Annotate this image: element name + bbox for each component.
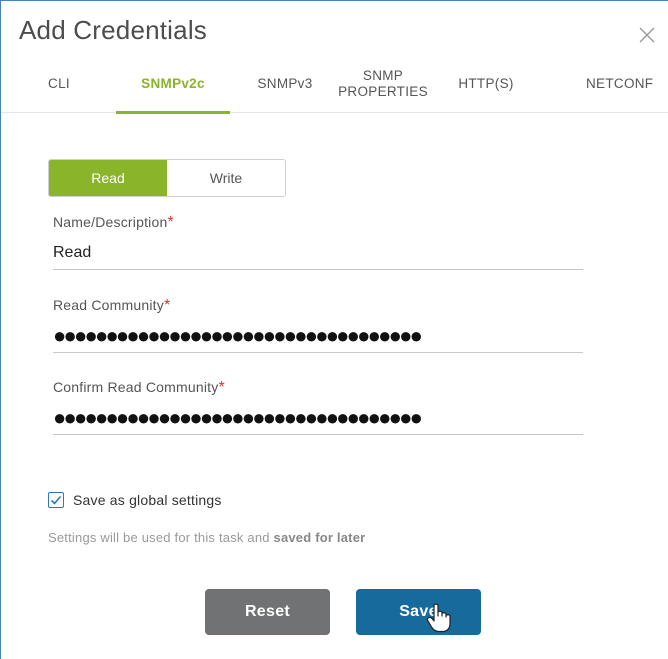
tab-netconf[interactable]: NETCONF	[586, 55, 668, 113]
tab-cli-label: CLI	[48, 76, 70, 91]
close-icon[interactable]	[637, 25, 657, 45]
global-settings-label: Save as global settings	[73, 492, 222, 508]
confirm-read-community-label: Confirm Read Community	[53, 379, 219, 395]
name-description-field: Name/Description*	[53, 214, 583, 270]
required-asterisk: *	[163, 297, 171, 314]
settings-note: Settings will be used for this task and …	[48, 530, 365, 545]
name-description-label: Name/Description	[53, 214, 168, 230]
tab-netconf-label: NETCONF	[586, 76, 654, 91]
write-toggle-button[interactable]: Write	[167, 160, 285, 196]
read-toggle-button[interactable]: Read	[49, 160, 167, 196]
tab-snmp-properties-line1: SNMP	[362, 68, 404, 83]
tab-snmpv3-label: SNMPv3	[257, 76, 313, 91]
tab-https-label: HTTP(S)	[458, 76, 514, 91]
settings-note-text: Settings will be used for this task and	[48, 530, 274, 545]
tab-snmp-properties-line2: PROPERTIES	[338, 84, 428, 99]
tab-snmpv2c-label: SNMPv2c	[141, 76, 205, 91]
confirm-read-community-field: Confirm Read Community*	[53, 379, 583, 435]
tab-cli[interactable]: CLI	[37, 55, 81, 113]
credential-tabs: CLI SNMPv2c SNMPv3 SNMP PROPERTIES HTTP(…	[1, 55, 668, 114]
name-description-input[interactable]	[53, 240, 583, 270]
tab-https[interactable]: HTTP(S)	[449, 55, 523, 113]
read-community-field: Read Community*	[53, 297, 583, 353]
dialog-title: Add Credentials	[19, 15, 207, 45]
read-community-label: Read Community	[53, 297, 164, 313]
required-asterisk: *	[167, 214, 174, 231]
global-settings-row: Save as global settings	[48, 492, 222, 508]
checkmark-icon	[50, 495, 62, 505]
required-asterisk: *	[218, 379, 225, 396]
tab-snmp-properties[interactable]: SNMP PROPERTIES	[335, 55, 431, 113]
tab-snmpv2c[interactable]: SNMPv2c	[116, 55, 230, 114]
tab-snmpv3[interactable]: SNMPv3	[247, 55, 323, 113]
confirm-read-community-input[interactable]	[53, 405, 583, 435]
settings-note-bold: saved for later	[273, 530, 366, 545]
add-credentials-dialog: Add Credentials CLI SNMPv2c SNMPv3 SNMP …	[0, 0, 668, 659]
read-write-toggle: Read Write	[48, 159, 286, 197]
save-button[interactable]: Save	[356, 589, 481, 635]
reset-button[interactable]: Reset	[205, 589, 330, 635]
global-settings-checkbox[interactable]	[48, 492, 64, 508]
read-community-input[interactable]	[53, 323, 583, 353]
tab-snmp-properties-label: SNMP PROPERTIES	[338, 68, 428, 100]
